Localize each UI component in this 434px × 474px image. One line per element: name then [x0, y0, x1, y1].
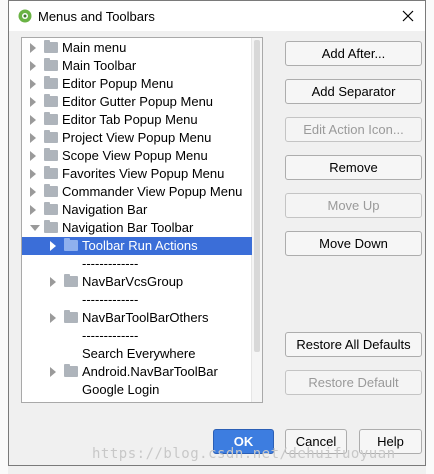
expand-arrow-right-icon[interactable] [30, 151, 36, 161]
watermark-text: https://blog.csdn.net/dehuifuoyuan [92, 446, 396, 462]
expand-arrow-right-icon[interactable] [30, 133, 36, 143]
tree-item[interactable]: Toolbar Run Actions [22, 237, 252, 255]
folder-icon [44, 202, 58, 215]
folder-icon [44, 220, 58, 233]
folder-icon [44, 130, 58, 143]
expand-arrow-right-icon[interactable] [30, 61, 36, 71]
background-editor-left [0, 0, 8, 474]
expand-arrow-right-icon[interactable] [50, 277, 56, 287]
folder-icon [44, 112, 58, 125]
folder-icon [44, 94, 58, 107]
expand-arrow-right-icon[interactable] [30, 115, 36, 125]
expand-arrow-right-icon[interactable] [30, 169, 36, 179]
tree-item-label: ------------- [82, 256, 139, 271]
tree-item-label: ------------- [82, 292, 139, 307]
actions-tree[interactable]: Main menu Main Toolbar Editor Popup Menu Ed… [21, 37, 263, 403]
dialog-title: Menus and Toolbars [38, 9, 155, 24]
tree-item[interactable]: NavBarVcsGroup [22, 273, 252, 291]
tree-item-label: Commander View Popup Menu [62, 184, 243, 199]
expand-arrow-right-icon[interactable] [30, 43, 36, 53]
tree-item-label: Main Toolbar [62, 58, 137, 73]
tree-item-label: Editor Popup Menu [62, 76, 174, 91]
expand-arrow-right-icon[interactable] [50, 367, 56, 377]
tree-item-label: Scope View Popup Menu [62, 148, 208, 163]
menus-and-toolbars-dialog: Menus and Toolbars Main menu Main Toolbar… [8, 0, 426, 466]
tree-item-label: Search Everywhere [82, 346, 196, 361]
folder-icon [44, 76, 58, 89]
android-studio-icon [18, 9, 32, 23]
tree-item-label: Main menu [62, 40, 127, 55]
close-button[interactable] [391, 1, 425, 31]
edit-action-icon-button[interactable]: Edit Action Icon... [285, 117, 422, 142]
folder-icon [44, 184, 58, 197]
tree-item-label: Favorites View Popup Menu [62, 166, 225, 181]
tree-item-label: Project View Popup Menu [62, 130, 212, 145]
tree-item-label: ------------- [82, 328, 139, 343]
title-bar[interactable]: Menus and Toolbars [9, 1, 425, 31]
tree-item[interactable]: Main Toolbar [22, 57, 252, 75]
tree-item[interactable]: Favorites View Popup Menu [22, 165, 252, 183]
folder-icon [64, 238, 78, 251]
add-separator-button[interactable]: Add Separator [285, 79, 422, 104]
tree-item[interactable]: Editor Popup Menu [22, 75, 252, 93]
tree-item[interactable]: Navigation Bar [22, 201, 252, 219]
tree-item-label: Editor Tab Popup Menu [62, 112, 198, 127]
tree-item[interactable]: Project View Popup Menu [22, 129, 252, 147]
folder-icon [44, 58, 58, 71]
expand-arrow-down-icon[interactable] [30, 225, 40, 231]
expand-arrow-right-icon[interactable] [30, 205, 36, 215]
tree-item-label: NavBarVcsGroup [82, 274, 184, 289]
folder-icon [64, 310, 78, 323]
tree-item[interactable]: ------------- [22, 327, 252, 345]
tree-item[interactable]: ------------- [22, 255, 252, 273]
tree-item[interactable]: Scope View Popup Menu [22, 147, 252, 165]
tree-scrollbar-thumb[interactable] [254, 40, 260, 352]
tree-item[interactable]: Google Login [22, 381, 252, 399]
move-up-button[interactable]: Move Up [285, 193, 422, 218]
background-editor-right [426, 0, 434, 474]
close-icon [402, 10, 414, 22]
tree-item[interactable]: Android.NavBarToolBar [22, 363, 252, 381]
folder-icon [64, 274, 78, 287]
tree-item[interactable]: Search Everywhere [22, 345, 252, 363]
restore-all-defaults-button[interactable]: Restore All Defaults [285, 332, 422, 357]
restore-default-button[interactable]: Restore Default [285, 370, 422, 395]
tree-item-label: Navigation Bar [62, 202, 148, 217]
folder-icon [44, 148, 58, 161]
tree-item[interactable]: ------------- [22, 291, 252, 309]
tree-item-label: Toolbar Run Actions [82, 238, 198, 253]
folder-icon [44, 40, 58, 53]
tree-item[interactable]: Commander View Popup Menu [22, 183, 252, 201]
tree-item[interactable]: Editor Tab Popup Menu [22, 111, 252, 129]
tree-item-label: Editor Gutter Popup Menu [62, 94, 214, 109]
move-down-button[interactable]: Move Down [285, 231, 422, 256]
expand-arrow-right-icon[interactable] [30, 97, 36, 107]
expand-arrow-right-icon[interactable] [50, 241, 56, 251]
tree-item[interactable]: Main menu [22, 39, 252, 57]
folder-icon [44, 166, 58, 179]
expand-arrow-right-icon[interactable] [30, 79, 36, 89]
tree-item[interactable]: Navigation Bar Toolbar [22, 219, 252, 237]
folder-icon [64, 364, 78, 377]
tree-item-label: Navigation Bar Toolbar [62, 220, 194, 235]
expand-arrow-right-icon[interactable] [50, 313, 56, 323]
remove-button[interactable]: Remove [285, 155, 422, 180]
tree-item[interactable]: NavBarToolBarOthers [22, 309, 252, 327]
tree-scrollbar[interactable] [251, 38, 262, 402]
add-after-button[interactable]: Add After... [285, 41, 422, 66]
expand-arrow-right-icon[interactable] [30, 187, 36, 197]
tree-item[interactable]: Editor Gutter Popup Menu [22, 93, 252, 111]
tree-item-label: NavBarToolBarOthers [82, 310, 209, 325]
tree-item-label: Google Login [82, 382, 160, 397]
tree-item-label: Android.NavBarToolBar [82, 364, 218, 379]
